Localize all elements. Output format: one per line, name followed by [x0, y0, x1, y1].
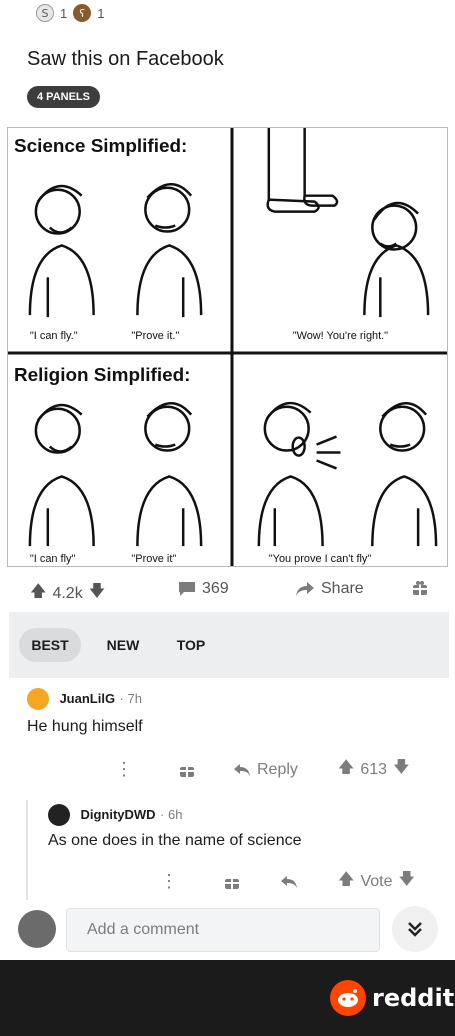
post-flair[interactable]: 4 PANELS	[27, 86, 100, 108]
give-award-button[interactable]	[412, 580, 428, 596]
award-count: 1	[60, 5, 68, 21]
figure-left-1	[28, 184, 95, 318]
caption-prove-it-2: "Prove it"	[131, 553, 176, 565]
avatar[interactable]	[27, 688, 49, 710]
silver-award-icon: S	[36, 4, 54, 22]
comment-item: JuanLilG · 7h	[27, 688, 142, 710]
gift-icon	[413, 581, 427, 595]
comment-username[interactable]: JuanLilG	[59, 691, 115, 706]
comment-score: Vote	[360, 872, 393, 890]
upvote-count: 4.2k	[52, 584, 83, 602]
bear-award-icon: ʕ	[73, 4, 92, 22]
upvote-icon[interactable]: 🡅	[30, 580, 46, 607]
user-avatar[interactable]	[18, 910, 56, 948]
thread-line[interactable]	[26, 800, 28, 900]
comment-action-bar: ⋮ Reply 🡅 613 🡇	[115, 756, 410, 783]
comment-vote-group: 🡅 Vote 🡇	[338, 868, 415, 895]
downvote-icon[interactable]: 🡇	[89, 580, 105, 607]
sort-top-button[interactable]: TOP	[165, 628, 217, 662]
reply-icon[interactable]	[280, 875, 298, 889]
more-icon[interactable]: ⋮	[115, 759, 133, 780]
comment-time: 6h	[167, 807, 183, 823]
comment-item: DignityDWD · 6h	[48, 804, 182, 826]
figure-right-4	[371, 402, 438, 547]
comment-score: 613	[360, 760, 388, 778]
reply-label: Reply	[257, 760, 298, 778]
awards-row: S 1 ʕ 1	[36, 4, 104, 22]
avatar[interactable]	[48, 804, 70, 826]
comment-text: As one does in the name of science	[48, 832, 302, 849]
add-comment-input[interactable]: Add a comment	[66, 908, 380, 952]
reddit-wordmark: reddit	[372, 984, 455, 1012]
comic-heading-religion: Religion Simplified:	[14, 365, 190, 386]
caption-prove-it: "Prove it."	[131, 330, 179, 342]
comment-vote-group: 🡅 613 🡇	[338, 756, 410, 783]
double-chevron-down-icon	[408, 922, 422, 937]
caption-wow-youre-right: "Wow! You're right."	[293, 330, 388, 342]
more-icon[interactable]: ⋮	[160, 871, 178, 892]
comment-composer-bar: Add a comment	[0, 900, 455, 960]
comment-action-bar: ⋮ 🡅 Vote 🡇	[160, 868, 415, 895]
share-icon	[296, 582, 314, 596]
caption-i-can-fly-2: "I can fly"	[30, 553, 76, 565]
post-action-bar: 🡅 4.2k 🡇 369 Share	[0, 572, 455, 612]
collapse-comments-button[interactable]	[392, 906, 438, 952]
share-label: Share	[321, 580, 364, 597]
figure-right-1	[136, 183, 203, 318]
comment-username[interactable]: DignityDWD	[80, 807, 155, 822]
reddit-footer: reddit	[0, 960, 455, 1036]
reply-button[interactable]: Reply	[233, 761, 298, 779]
upvote-icon[interactable]: 🡅	[338, 868, 354, 895]
vote-group: 🡅 4.2k 🡇	[30, 580, 105, 607]
floating-feet	[266, 128, 339, 213]
comic-heading-science: Science Simplified:	[14, 136, 187, 157]
downvote-icon[interactable]: 🡇	[393, 756, 409, 783]
post-title[interactable]: Saw this on Facebook	[27, 48, 224, 71]
gift-icon	[180, 766, 194, 777]
reddit-logo-icon	[330, 980, 366, 1016]
caption-you-prove: "You prove I can't fly"	[269, 553, 372, 565]
award-count: 1	[97, 5, 105, 21]
figure-left-4	[257, 401, 341, 547]
comment-count: 369	[202, 580, 229, 597]
comments-button[interactable]: 369	[178, 580, 229, 598]
upvote-icon[interactable]: 🡅	[338, 756, 354, 783]
sort-best-button[interactable]: BEST	[19, 628, 81, 662]
gift-icon	[225, 878, 239, 889]
sort-new-button[interactable]: NEW	[95, 628, 151, 662]
figure-right-3	[136, 402, 203, 547]
caption-i-can-fly: "I can fly."	[30, 330, 78, 342]
comment-sort-bar: BEST NEW TOP	[9, 612, 449, 678]
reply-icon	[234, 763, 250, 776]
figure-right-2	[363, 201, 430, 318]
downvote-icon[interactable]: 🡇	[398, 868, 414, 895]
figure-left-3	[28, 403, 95, 547]
comment-time: 7h	[127, 691, 142, 707]
comment-text: He hung himself	[27, 718, 143, 735]
share-button[interactable]: Share	[295, 580, 364, 598]
comic-image[interactable]: Science Simplified: Religion Simplified:…	[7, 127, 448, 567]
comment-icon	[179, 582, 195, 596]
